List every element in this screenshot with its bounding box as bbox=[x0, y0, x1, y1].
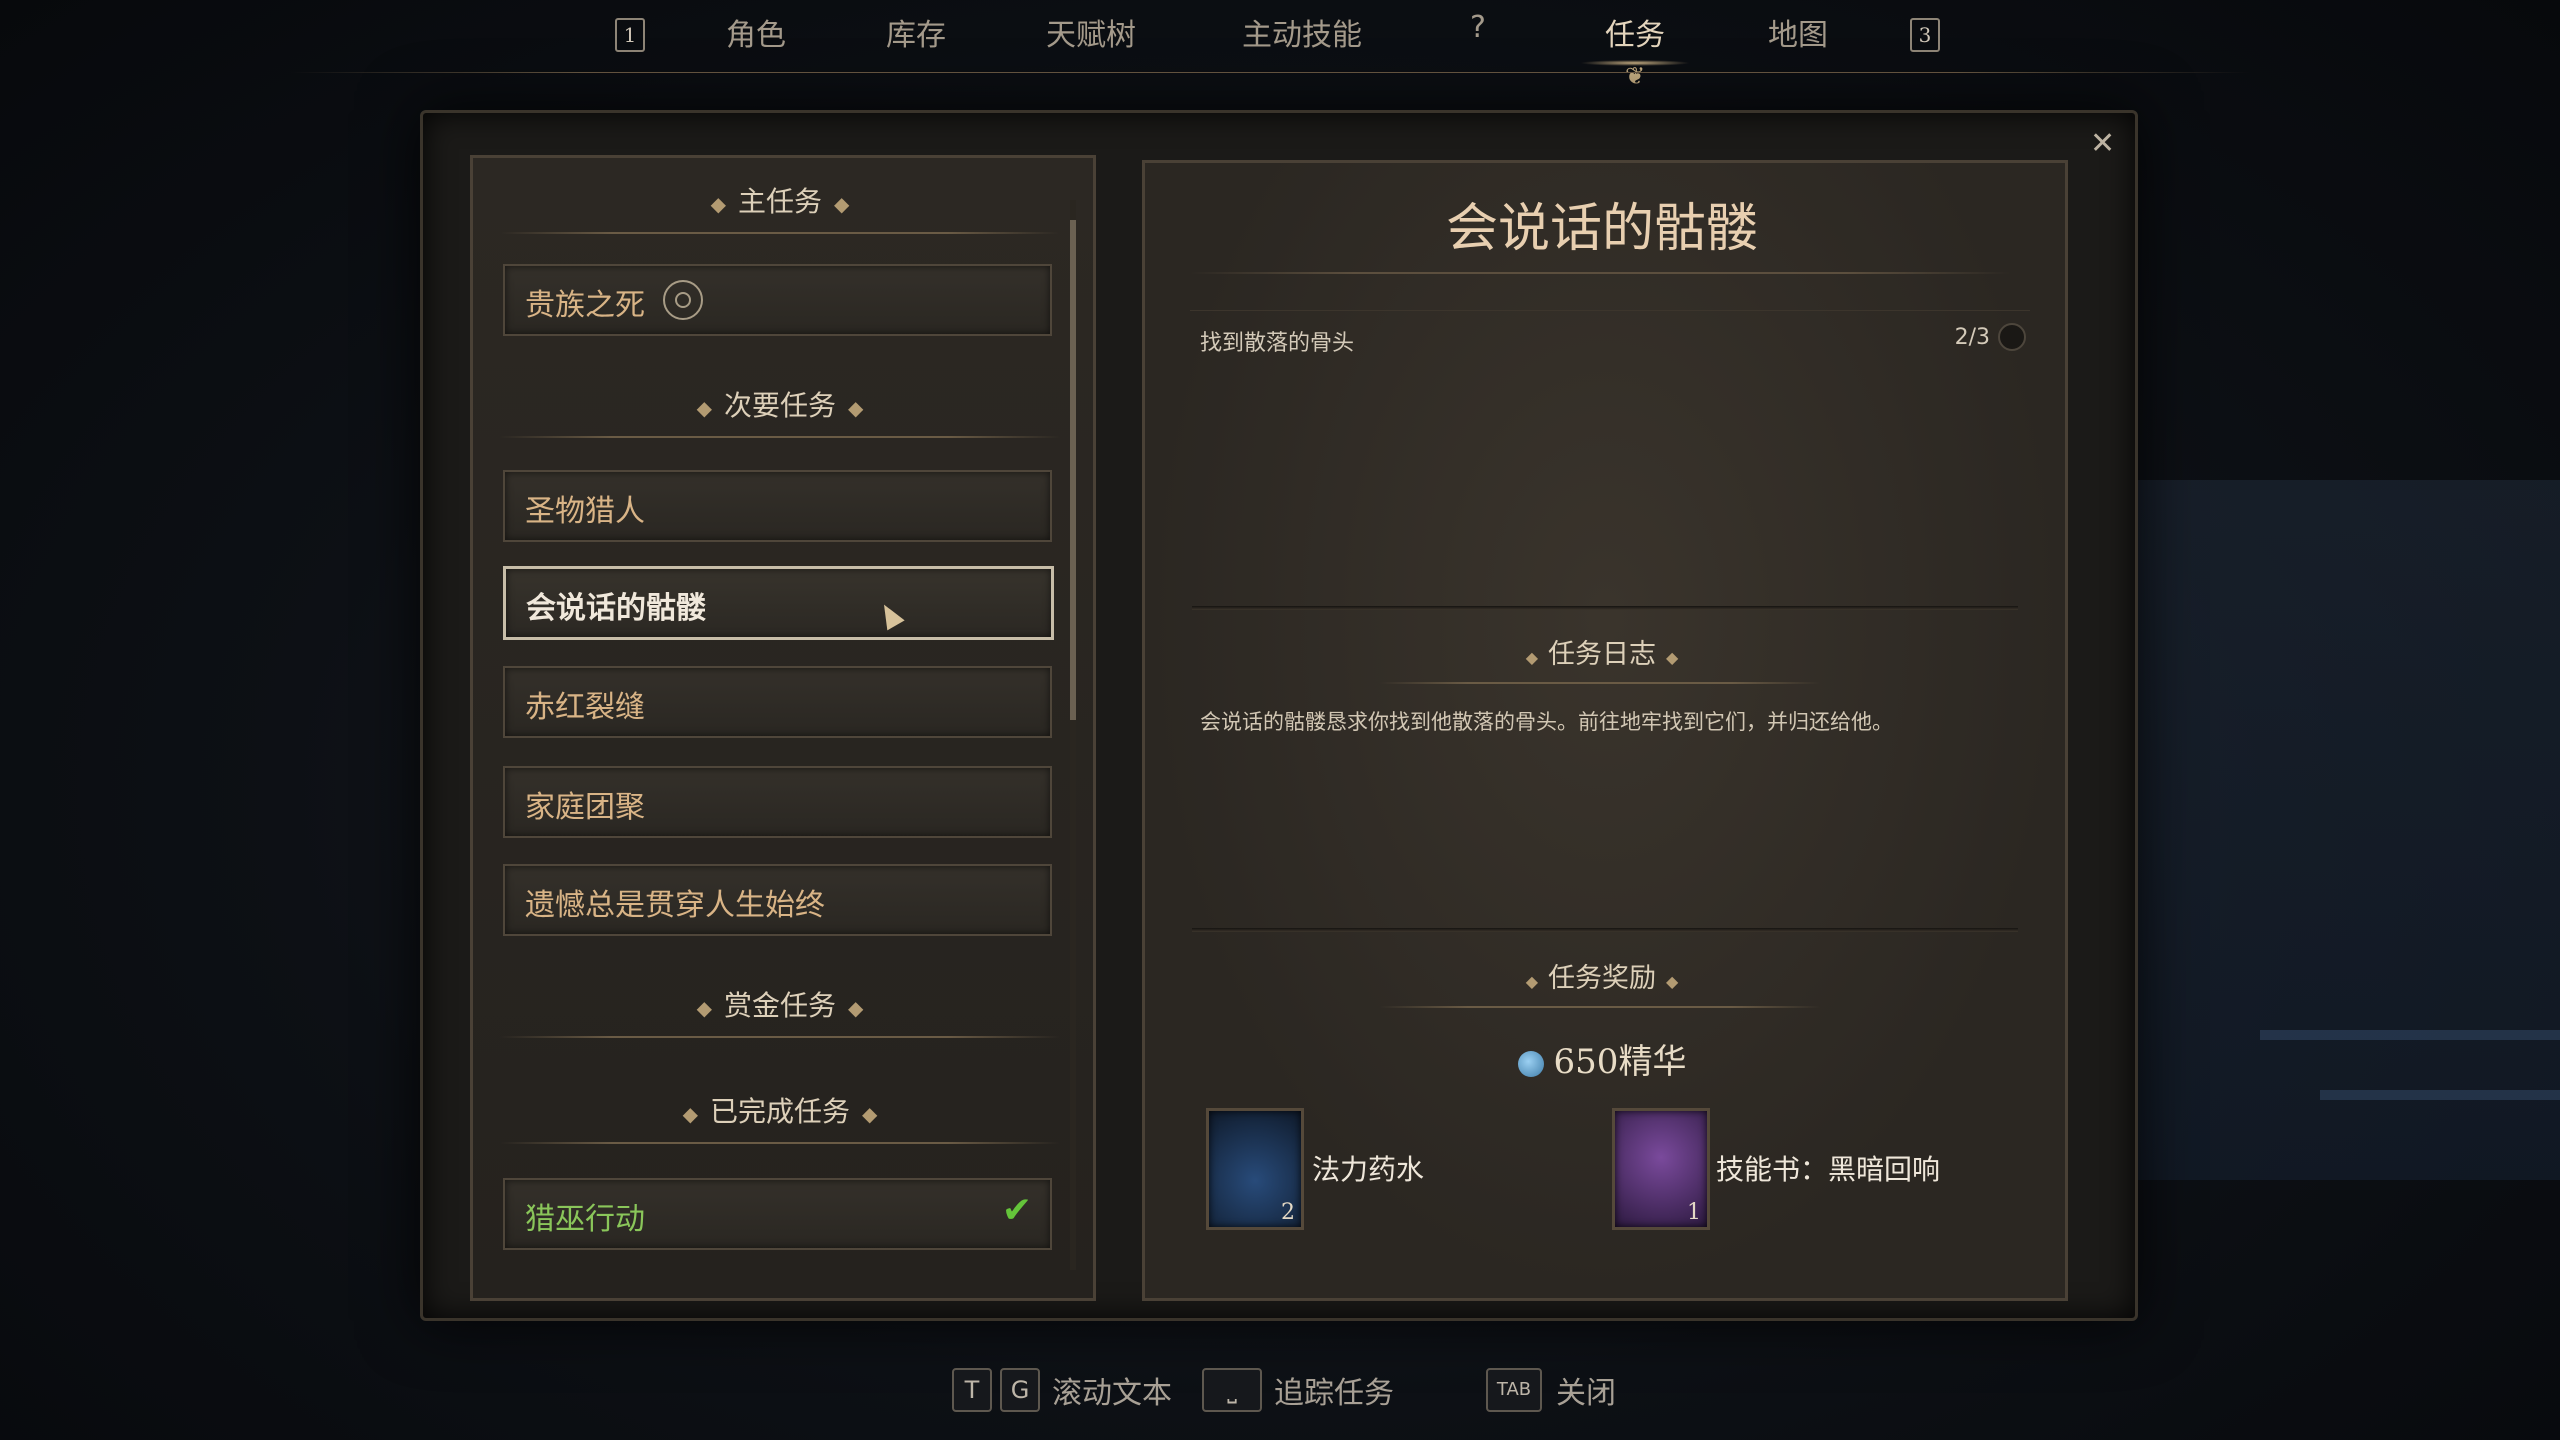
tab-quests[interactable]: 任务 bbox=[1605, 10, 1665, 54]
quest-item-main[interactable]: 贵族之死 bbox=[503, 264, 1052, 336]
background-scene bbox=[2090, 480, 2560, 1180]
quest-log-header: ◆ 任务日志 ◆ bbox=[1525, 639, 1679, 670]
tab-skills[interactable]: 主动技能 bbox=[1242, 10, 1362, 54]
track-quest-hint[interactable]: 追踪任务 bbox=[1274, 1368, 1394, 1412]
close-hint[interactable]: 关闭 bbox=[1556, 1368, 1616, 1412]
arrow-right-icon: ◆ bbox=[710, 192, 726, 216]
quest-label: 会说话的骷髅 bbox=[526, 591, 706, 626]
section-divider bbox=[1192, 928, 2018, 932]
title-divider bbox=[1190, 272, 2010, 274]
scrollbar-thumb[interactable] bbox=[1070, 220, 1076, 720]
ornament-divider bbox=[1380, 682, 1820, 684]
tab-key-hint: TAB bbox=[1486, 1368, 1542, 1412]
essence-reward: 650精华 bbox=[1142, 1034, 2062, 1083]
ornament-divider bbox=[1380, 1006, 1820, 1008]
arrow-left-icon: ◆ bbox=[834, 192, 850, 216]
quest-label: 贵族之死 bbox=[525, 288, 645, 323]
background-light-streak bbox=[2260, 1030, 2560, 1040]
reward-count: 2 bbox=[1281, 1200, 1295, 1225]
ornament-divider bbox=[500, 232, 1060, 234]
completed-quests-header: ◆ 已完成任务 ◆ bbox=[682, 1095, 878, 1128]
arrow-left-icon: ◆ bbox=[862, 1102, 878, 1126]
quest-objective: 找到散落的骨头 2/3 bbox=[1190, 310, 2030, 361]
tab-map[interactable]: 地图 bbox=[1768, 10, 1828, 54]
quest-label: 圣物猎人 bbox=[525, 494, 645, 529]
arrow-left-icon: ◆ bbox=[1666, 972, 1679, 991]
tab-character[interactable]: 角色 bbox=[726, 10, 786, 54]
background-light-streak bbox=[2320, 1090, 2560, 1100]
arrow-right-icon: ◆ bbox=[696, 396, 712, 420]
reward-label: 法力药水 bbox=[1312, 1153, 1425, 1186]
quest-log-text: 会说话的骷髅恳求你找到他散落的骨头。前往地牢找到它们，并归还给他。 bbox=[1200, 710, 1893, 734]
section-divider bbox=[1192, 606, 2018, 610]
quest-item-side[interactable]: 遗憾总是贯穿人生始终 bbox=[503, 864, 1052, 936]
quest-list-scrollbar[interactable] bbox=[1070, 200, 1076, 1270]
ornament-icon: ❦ bbox=[1625, 62, 1646, 90]
tab-unknown[interactable]: ? bbox=[1470, 10, 1486, 45]
tracked-target-icon bbox=[663, 280, 703, 320]
quest-label: 猎巫行动 bbox=[525, 1202, 645, 1237]
objective-progress: 2/3 bbox=[1954, 325, 1990, 350]
arrow-right-icon: ◆ bbox=[682, 1102, 698, 1126]
scroll-text-hint[interactable]: 滚动文本 bbox=[1052, 1368, 1172, 1412]
quest-title: 会说话的骷髅 bbox=[1445, 199, 1758, 259]
key-hint-t: T bbox=[952, 1368, 992, 1412]
quest-label: 遗憾总是贯穿人生始终 bbox=[525, 888, 825, 923]
main-quests-header: ◆ 主任务 ◆ bbox=[710, 185, 850, 218]
objective-status-icon bbox=[1998, 323, 2026, 351]
ornament-divider bbox=[500, 1036, 1060, 1038]
essence-icon bbox=[1517, 1051, 1544, 1077]
quest-item-completed[interactable]: 猎巫行动 ✔ bbox=[503, 1178, 1052, 1250]
quest-item-side-selected[interactable]: 会说话的骷髅 bbox=[503, 566, 1054, 640]
nav-divider bbox=[290, 72, 2250, 73]
skill-book-icon[interactable]: 1 bbox=[1612, 1108, 1710, 1230]
nav-key-right: 3 bbox=[1910, 18, 1940, 52]
ornament-divider bbox=[500, 1142, 1060, 1144]
quest-item-side[interactable]: 赤红裂缝 bbox=[503, 666, 1052, 738]
quest-rewards-header: ◆ 任务奖励 ◆ bbox=[1525, 963, 1679, 994]
tab-passives[interactable]: 天赋树 bbox=[1046, 10, 1136, 54]
tab-inventory[interactable]: 库存 bbox=[886, 10, 946, 54]
key-hint-g: G bbox=[1000, 1368, 1040, 1412]
nav-key-left: 1 bbox=[615, 18, 645, 52]
arrow-left-icon: ◆ bbox=[848, 996, 864, 1020]
reward-label: 技能书：黑暗回响 bbox=[1716, 1153, 1941, 1186]
objective-text: 找到散落的骨头 bbox=[1200, 331, 1355, 356]
quest-item-side[interactable]: 圣物猎人 bbox=[503, 470, 1052, 542]
arrow-right-icon: ◆ bbox=[696, 996, 712, 1020]
arrow-left-icon: ◆ bbox=[848, 396, 864, 420]
side-quests-header: ◆ 次要任务 ◆ bbox=[696, 389, 864, 422]
spacebar-key-icon: ⎵ bbox=[1202, 1368, 1262, 1412]
arrow-right-icon: ◆ bbox=[1525, 648, 1538, 667]
mana-potion-icon[interactable]: 2 bbox=[1206, 1108, 1304, 1230]
reward-count: 1 bbox=[1687, 1200, 1701, 1225]
top-navigation: 1 角色 库存 天赋树 主动技能 ? 任务 地图 3 ❦ bbox=[0, 0, 2560, 90]
close-icon[interactable]: ✕ bbox=[2090, 126, 2115, 161]
arrow-right-icon: ◆ bbox=[1525, 972, 1538, 991]
quest-item-side[interactable]: 家庭团聚 bbox=[503, 766, 1052, 838]
quest-label: 家庭团聚 bbox=[525, 790, 645, 825]
checkmark-icon: ✔ bbox=[1001, 1190, 1032, 1231]
quest-label: 赤红裂缝 bbox=[525, 690, 645, 725]
bounty-quests-header: ◆ 赏金任务 ◆ bbox=[696, 989, 864, 1022]
ornament-divider bbox=[500, 436, 1060, 438]
arrow-left-icon: ◆ bbox=[1666, 648, 1679, 667]
